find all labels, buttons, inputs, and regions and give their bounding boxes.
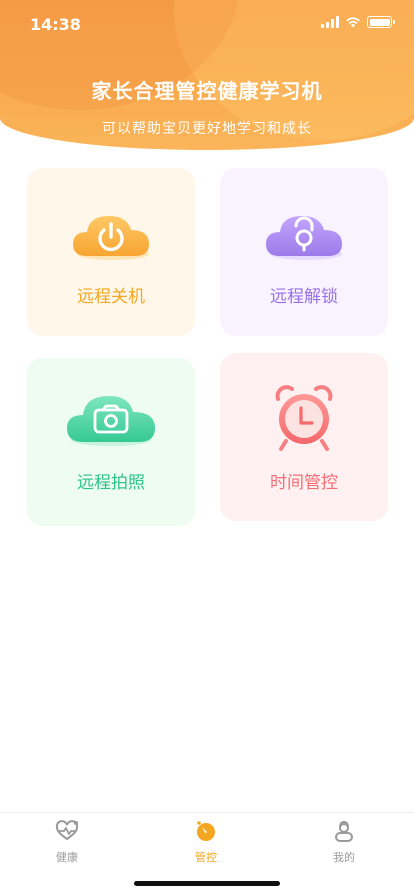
remote-unlock-card[interactable]: 远程解锁 <box>220 168 388 336</box>
status-bar: 14:38 <box>0 0 414 48</box>
wifi-icon <box>346 17 360 28</box>
home-indicator <box>134 881 280 886</box>
health-icon <box>55 820 79 841</box>
tab-profile[interactable]: 我的 <box>314 819 374 865</box>
tab-profile-label: 我的 <box>333 851 355 864</box>
status-icons <box>321 16 395 28</box>
cellular-signal-icon <box>321 16 339 28</box>
time-control-label: 时间管控 <box>270 473 338 493</box>
page-title: 家长合理管控健康学习机 <box>91 79 323 103</box>
tab-health-label: 健康 <box>56 851 78 864</box>
remote-photo-card[interactable]: 远程拍照 <box>27 358 195 526</box>
tab-control-label: 管控 <box>195 851 217 864</box>
power-cloud-icon <box>73 216 149 260</box>
tab-control[interactable]: 管控 <box>176 819 236 865</box>
status-time: 14:38 <box>30 15 81 34</box>
tab-health[interactable]: 健康 <box>37 819 97 865</box>
remote-shutdown-card[interactable]: 远程关机 <box>27 168 195 336</box>
control-icon <box>197 821 215 841</box>
battery-icon <box>367 16 395 28</box>
profile-icon <box>335 820 353 842</box>
page-subtitle: 可以帮助宝贝更好地学习和成长 <box>102 121 312 137</box>
remote-photo-label: 远程拍照 <box>77 473 145 493</box>
time-control-card[interactable]: 时间管控 <box>220 353 388 521</box>
remote-shutdown-label: 远程关机 <box>77 287 145 307</box>
unlock-cloud-icon <box>266 216 342 260</box>
remote-unlock-label: 远程解锁 <box>270 287 338 307</box>
camera-cloud-icon <box>67 396 155 446</box>
alarm-clock-icon <box>275 385 333 451</box>
